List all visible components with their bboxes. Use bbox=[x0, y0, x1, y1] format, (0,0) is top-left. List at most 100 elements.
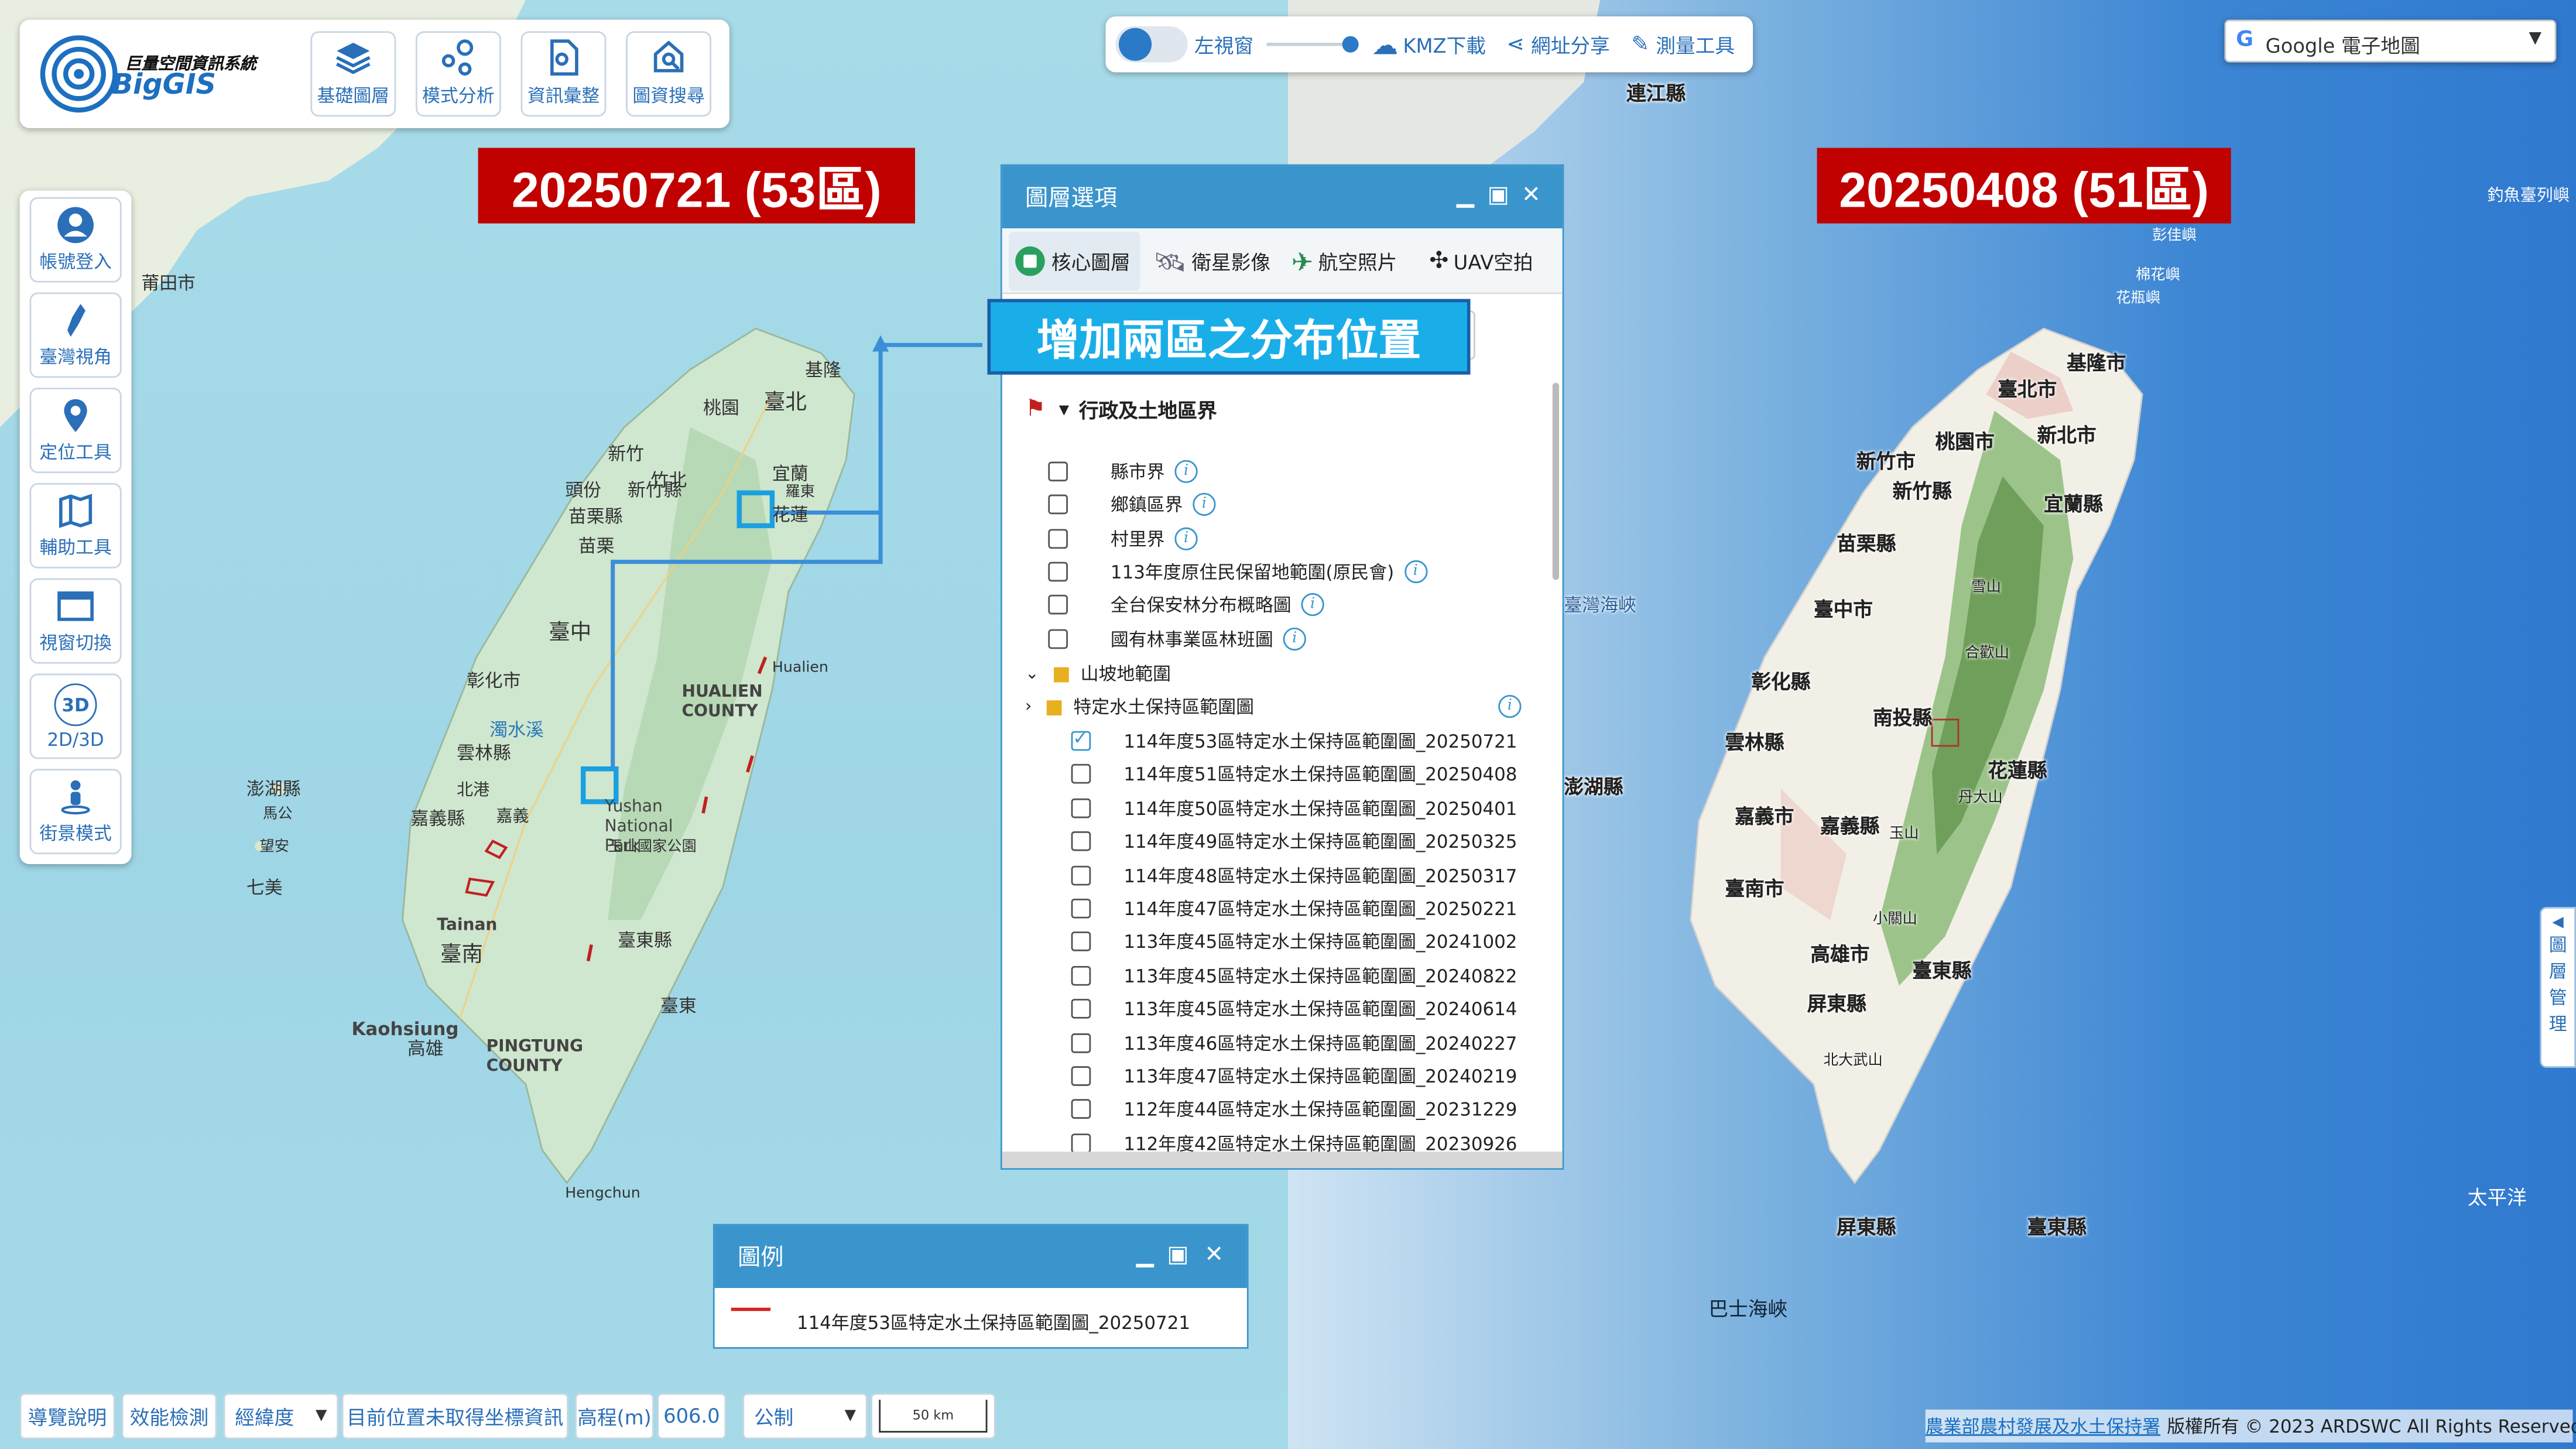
slider-handle[interactable] bbox=[1342, 36, 1359, 53]
map-label: 雲林縣 bbox=[1725, 731, 1784, 755]
checkbox[interactable] bbox=[1071, 1066, 1091, 1086]
info-icon[interactable]: i bbox=[1174, 527, 1198, 551]
tab-core-layers[interactable]: 核心圖層 bbox=[1008, 231, 1140, 291]
model-analysis-button[interactable]: 模式分析 bbox=[415, 31, 501, 117]
checkbox[interactable] bbox=[1071, 965, 1091, 986]
maximize-icon[interactable]: ▣ bbox=[1165, 1242, 1191, 1268]
checkbox[interactable] bbox=[1071, 798, 1091, 818]
sub-layer-item[interactable]: 113年度46區特定水土保持區範圍圖_20240227 bbox=[1071, 1026, 1517, 1059]
checkbox[interactable] bbox=[1048, 461, 1068, 482]
basemap-select[interactable]: G Google 電子地圖 ▼ bbox=[2224, 19, 2557, 63]
map-label: 玉山 bbox=[1889, 826, 1919, 843]
checkbox[interactable] bbox=[1071, 728, 1091, 751]
taiwan-view-button[interactable]: 臺灣視角 bbox=[29, 292, 122, 378]
checkbox[interactable] bbox=[1071, 764, 1091, 785]
sub-layer-item[interactable]: 114年度48區特定水土保持區範圍圖_20250317 bbox=[1071, 858, 1517, 891]
legend-window: 圖例 ▁ ▣ ✕ 114年度53區特定水土保持區範圍圖_20250721 bbox=[712, 1224, 1249, 1349]
basic-layers-label: 基礎圖層 bbox=[317, 85, 390, 107]
locate-button[interactable]: 定位工具 bbox=[29, 388, 122, 474]
sub-layer-item[interactable]: 113年度45區特定水土保持區範圍圖_20240614 bbox=[1071, 992, 1517, 1025]
checkbox[interactable] bbox=[1048, 629, 1068, 649]
checkbox[interactable] bbox=[1071, 1133, 1091, 1152]
map-label: 嘉義縣 bbox=[410, 808, 465, 830]
folder-slopeland[interactable]: ⌄ ■ 山坡地範圍 bbox=[1025, 657, 1171, 690]
map-search-button[interactable]: 圖資搜尋 bbox=[626, 31, 712, 117]
info-icon[interactable]: i bbox=[1174, 460, 1198, 483]
layer-manager-tab[interactable]: ◀ 圖 層 管 理 bbox=[2540, 906, 2576, 1068]
checkbox[interactable] bbox=[1048, 494, 1068, 515]
agency-link[interactable]: 農業部農村發展及水土保持署 bbox=[1926, 1413, 2160, 1439]
checkbox[interactable] bbox=[1048, 561, 1068, 582]
window-switch-button[interactable]: 視窗切換 bbox=[29, 578, 122, 664]
checkbox[interactable] bbox=[1071, 1099, 1091, 1120]
street-view-button[interactable]: 街景模式 bbox=[29, 769, 122, 855]
minimize-icon[interactable]: ▁ bbox=[1132, 1242, 1158, 1268]
map-label: 臺灣海峽 bbox=[1564, 594, 1636, 616]
checkbox[interactable] bbox=[1071, 999, 1091, 1019]
checkbox[interactable] bbox=[1071, 1032, 1091, 1053]
location-pin-icon bbox=[56, 396, 95, 435]
sub-layer-item[interactable]: 112年度42區特定水土保持區範圍圖_20230926 bbox=[1071, 1126, 1517, 1152]
minimize-icon[interactable]: ▁ bbox=[1453, 182, 1479, 208]
sub-layer-item[interactable]: 113年度47區特定水土保持區範圍圖_20240219 bbox=[1071, 1060, 1517, 1092]
scrollbar[interactable] bbox=[1552, 382, 1560, 580]
info-icon[interactable]: i bbox=[1193, 492, 1216, 516]
map-label: 澎湖縣 bbox=[246, 779, 301, 800]
horizontal-scrollbar[interactable] bbox=[1002, 1152, 1563, 1169]
close-icon[interactable]: ✕ bbox=[1201, 1242, 1227, 1268]
checkbox[interactable] bbox=[1071, 865, 1091, 885]
checkbox[interactable] bbox=[1071, 831, 1091, 852]
unit-select[interactable]: 公制 ▼ bbox=[742, 1393, 868, 1440]
basic-layers-button[interactable]: 基礎圖層 bbox=[310, 31, 396, 117]
maximize-icon[interactable]: ▣ bbox=[1485, 182, 1512, 208]
info-summary-button[interactable]: 資訊彙整 bbox=[520, 31, 607, 117]
map-label: 太平洋 bbox=[2467, 1186, 2527, 1210]
info-icon[interactable]: i bbox=[1404, 560, 1427, 584]
search-doc-icon bbox=[649, 38, 688, 77]
checkbox[interactable] bbox=[1048, 594, 1068, 615]
coord-format-select[interactable]: 經緯度 ▼ bbox=[223, 1393, 339, 1440]
sub-layer-item[interactable]: 114年度50區特定水土保持區範圍圖_20250401 bbox=[1071, 792, 1517, 824]
sub-layer-item[interactable]: 112年度44區特定水土保持區範圍圖_20231229 bbox=[1071, 1093, 1517, 1126]
layer-item[interactable]: 縣市界 i bbox=[1048, 455, 1198, 488]
login-button[interactable]: 帳號登入 bbox=[29, 197, 122, 283]
layer-item[interactable]: 113年度原住民保留地範圍(原民會) i bbox=[1048, 555, 1427, 588]
checkbox[interactable] bbox=[1071, 932, 1091, 952]
aux-tools-button[interactable]: 輔助工具 bbox=[29, 482, 122, 568]
checkbox[interactable] bbox=[1071, 898, 1091, 919]
layer-item[interactable]: 全台保安林分布概略圖 i bbox=[1048, 588, 1324, 621]
sub-layer-item[interactable]: 113年度45區特定水土保持區範圍圖_20240822 bbox=[1071, 959, 1517, 992]
tab-uav[interactable]: ✣ UAV空拍 bbox=[1429, 232, 1533, 291]
map-label: 釣魚臺列嶼 bbox=[2487, 187, 2570, 205]
left-window-toggle[interactable] bbox=[1115, 26, 1188, 63]
share-url-button[interactable]: ⋖ 網址分享 bbox=[1506, 16, 1610, 72]
chevron-right-icon: › bbox=[1025, 697, 1032, 716]
sub-layer-item[interactable]: 114年度53區特定水土保持區範圍圖_20250721 bbox=[1071, 724, 1517, 757]
map-label: 臺南市 bbox=[1725, 877, 1784, 900]
info-icon[interactable]: i bbox=[1498, 694, 1522, 718]
kmz-download-button[interactable]: ☁ KMZ下載 bbox=[1372, 16, 1486, 72]
layer-item[interactable]: 國有林事業區林班圖 i bbox=[1048, 623, 1306, 656]
performance-button[interactable]: 效能檢測 bbox=[121, 1393, 217, 1440]
sub-layer-item[interactable]: 114年度51區特定水土保持區範圍圖_20250408 bbox=[1071, 758, 1517, 791]
opacity-slider[interactable] bbox=[1266, 36, 1359, 53]
tab-satellite[interactable]: 🛰 衛星影像 bbox=[1153, 232, 1270, 291]
tab-aerial[interactable]: ✈ 航空照片 bbox=[1292, 232, 1397, 291]
map-label: 臺中市 bbox=[1813, 598, 1873, 621]
map-label: 新北市 bbox=[2037, 423, 2097, 447]
2d-3d-button[interactable]: 3D 2D/3D bbox=[29, 673, 122, 759]
info-icon[interactable]: i bbox=[1301, 593, 1324, 616]
layer-item[interactable]: 鄉鎮區界 i bbox=[1048, 488, 1216, 520]
layer-item[interactable]: 村里界 i bbox=[1048, 522, 1198, 555]
checkbox[interactable] bbox=[1048, 529, 1068, 549]
folder-special-zones[interactable]: › ■ 特定水土保持區範圍圖 i bbox=[1025, 690, 1522, 723]
measure-tool-button[interactable]: ✎ 測量工具 bbox=[1631, 16, 1735, 72]
sub-layer-item[interactable]: 113年度45區特定水土保持區範圍圖_20241002 bbox=[1071, 926, 1517, 958]
close-icon[interactable]: ✕ bbox=[1518, 182, 1544, 208]
sub-layer-item[interactable]: 114年度49區特定水土保持區範圍圖_20250325 bbox=[1071, 825, 1517, 858]
group-admin-boundaries[interactable]: ⚑ ▼ 行政及土地區界 bbox=[1025, 393, 1217, 426]
sub-layer-item[interactable]: 114年度47區特定水土保持區範圍圖_20250221 bbox=[1071, 892, 1517, 925]
guide-button[interactable]: 導覽說明 bbox=[19, 1393, 115, 1440]
elevation-label: 高程(m) bbox=[575, 1393, 654, 1440]
info-icon[interactable]: i bbox=[1283, 627, 1306, 651]
